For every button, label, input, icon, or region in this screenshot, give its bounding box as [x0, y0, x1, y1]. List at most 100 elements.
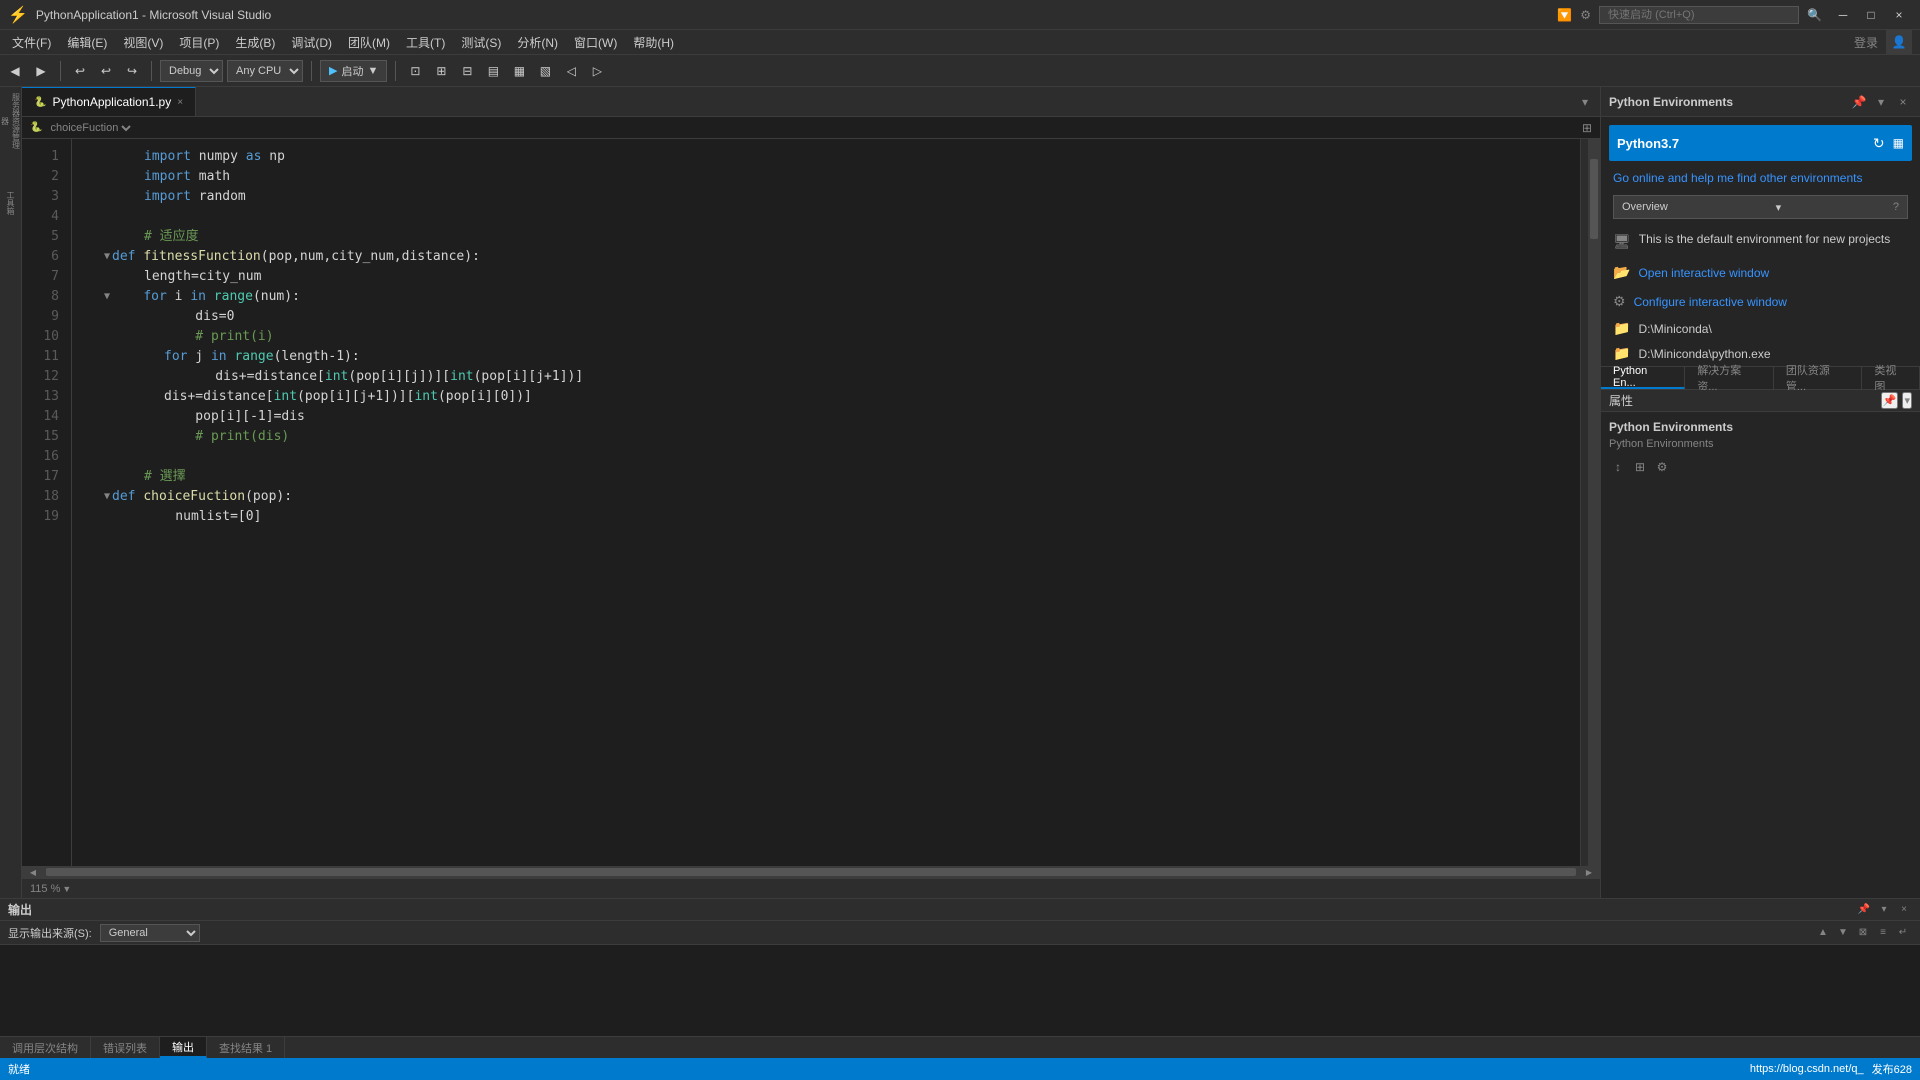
forward-button[interactable]: ▶ — [30, 60, 52, 82]
zoom-indicator[interactable]: 115 % ▼ — [30, 883, 71, 895]
sidebar-toolbox[interactable]: 工具箱 — [2, 173, 20, 233]
scroll-left-button[interactable]: ◀ — [22, 866, 44, 878]
output-source-select[interactable]: General — [100, 924, 200, 942]
panel-pin-button[interactable]: 📌 — [1850, 93, 1868, 111]
bottom-tab-output[interactable]: 输出 — [160, 1037, 207, 1058]
undo-group-button[interactable]: ↩ — [69, 60, 91, 82]
quick-launch-input[interactable] — [1599, 6, 1799, 24]
go-online-link[interactable]: Go online and help me find other environ… — [1601, 165, 1920, 191]
menu-project[interactable]: 项目(P) — [171, 32, 227, 53]
menu-team[interactable]: 团队(M) — [340, 32, 398, 53]
h-scrollbar-thumb[interactable] — [46, 868, 1576, 876]
close-button[interactable]: × — [1886, 5, 1912, 25]
output-dropdown-button[interactable]: ▾ — [1876, 902, 1892, 918]
output-close-button[interactable]: × — [1896, 902, 1912, 918]
toolbar-btn-6[interactable]: ▧ — [534, 60, 556, 82]
fold-icon-6[interactable]: ▼ — [104, 247, 110, 267]
menu-analyze[interactable]: 分析(N) — [509, 32, 566, 53]
bottom-tab-findresults[interactable]: 查找结果 1 — [207, 1037, 285, 1058]
python-version-bar[interactable]: Python3.7 ↻ ▦ — [1609, 125, 1912, 161]
panel-tab-solution[interactable]: 解决方案资... — [1685, 367, 1774, 389]
toolbar-btn-5[interactable]: ▦ — [508, 60, 530, 82]
toolbar-btn-4[interactable]: ▤ — [482, 60, 504, 82]
bookmark-button[interactable]: ⊡ — [404, 60, 426, 82]
login-button[interactable]: 登录 — [1846, 34, 1886, 51]
code-line-17: # 選擇 — [84, 467, 1580, 487]
fold-icon-18[interactable]: ▼ — [104, 487, 110, 507]
expand-icon[interactable]: ⊞ — [1582, 121, 1592, 135]
grid-icon[interactable]: ▦ — [1893, 136, 1904, 150]
output-up-button[interactable]: ▲ — [1814, 924, 1832, 942]
active-tab[interactable]: 🐍 PythonApplication1.py × — [22, 87, 196, 116]
attrs-pin-button[interactable]: 📌 — [1881, 392, 1899, 409]
props-settings-button[interactable]: ⚙ — [1653, 458, 1671, 476]
toolbar-btn-2[interactable]: ⊞ — [430, 60, 452, 82]
menu-bar: 文件(F) 编辑(E) 视图(V) 项目(P) 生成(B) 调试(D) 团队(M… — [0, 30, 1920, 55]
output-clear-button[interactable]: ≡ — [1874, 924, 1892, 942]
undo-button[interactable]: ↩ — [95, 60, 117, 82]
code-area[interactable]: import numpy as np import math import ra… — [72, 139, 1580, 866]
panel-tab-team[interactable]: 团队资源管... — [1774, 367, 1863, 389]
panel-close-button[interactable]: × — [1894, 93, 1912, 111]
menu-test[interactable]: 测试(S) — [453, 32, 509, 53]
main-layout: 服务器资源管理器 工具箱 🐍 PythonApplication1.py × ▾… — [0, 87, 1920, 898]
output-stop-button[interactable]: ⊠ — [1854, 924, 1872, 942]
output-down-button[interactable]: ▼ — [1834, 924, 1852, 942]
props-sort-button[interactable]: ↕ — [1609, 458, 1627, 476]
tab-dropdown-button[interactable]: ▾ — [1570, 87, 1600, 116]
scrollbar-thumb[interactable] — [1590, 159, 1598, 239]
menu-debug[interactable]: 调试(D) — [283, 32, 340, 53]
menu-view[interactable]: 视图(V) — [115, 32, 171, 53]
cpu-config-select[interactable]: Any CPU — [227, 60, 303, 82]
separator-4 — [395, 61, 396, 81]
code-nav-breadcrumb[interactable]: choiceFuction — [46, 121, 134, 135]
bottom-tab-callstack[interactable]: 调用层次结构 — [0, 1037, 91, 1058]
maximize-button[interactable]: □ — [1858, 5, 1884, 25]
vertical-scrollbar[interactable] — [1588, 139, 1600, 866]
kw-import-1: import — [144, 147, 191, 167]
open-interactive-label: Open interactive window — [1638, 266, 1769, 280]
props-filter-button[interactable]: ⊞ — [1631, 458, 1649, 476]
props-subtitle: Python Environments — [1609, 438, 1912, 450]
menu-edit[interactable]: 编辑(E) — [59, 32, 115, 53]
menu-file[interactable]: 文件(F) — [4, 32, 59, 53]
output-pin-button[interactable]: 📌 — [1856, 902, 1872, 918]
overview-dropdown[interactable]: Overview ▾ ? — [1613, 195, 1908, 219]
code-line-6: ▼ def fitnessFunction (pop,num,city_num,… — [84, 247, 1580, 267]
output-wrap-button[interactable]: ↵ — [1894, 924, 1912, 942]
open-interactive-row[interactable]: 📂 Open interactive window — [1601, 258, 1920, 287]
code-editor[interactable]: 1234 5678 9101112 13141516 171819 import… — [22, 139, 1600, 866]
properties-panel: Python Environments Python Environments … — [1601, 412, 1920, 484]
bottom-tab-errors[interactable]: 错误列表 — [91, 1037, 160, 1058]
back-button[interactable]: ◀ — [4, 60, 26, 82]
path1-row[interactable]: 📁 D:\Miniconda\ — [1601, 316, 1920, 341]
menu-help[interactable]: 帮助(H) — [625, 32, 682, 53]
menu-tools[interactable]: 工具(T) — [398, 32, 453, 53]
menu-window[interactable]: 窗口(W) — [566, 32, 625, 53]
output-panel: 输出 📌 ▾ × 显示输出来源(S): General ▲ ▼ ⊠ ≡ ↵ 调用… — [0, 898, 1920, 1058]
nav-prev-button[interactable]: ◁ — [560, 60, 582, 82]
scroll-right-button[interactable]: ▶ — [1578, 866, 1600, 878]
refresh-icon[interactable]: ↻ — [1873, 135, 1885, 152]
menu-build[interactable]: 生成(B) — [227, 32, 283, 53]
nav-next-button[interactable]: ▷ — [586, 60, 608, 82]
debug-config-select[interactable]: Debug — [160, 60, 223, 82]
status-link[interactable]: https://blog.csdn.net/q_ — [1750, 1061, 1864, 1077]
panel-tab-classview[interactable]: 类视图 — [1862, 367, 1920, 389]
start-button[interactable]: ▶ 启动 ▼ — [320, 60, 387, 82]
panel-tab-pyenv[interactable]: Python En... — [1601, 367, 1685, 389]
code-line-11: for j in range (length-1): — [84, 347, 1580, 367]
redo-button[interactable]: ↪ — [121, 60, 143, 82]
user-avatar[interactable]: 👤 — [1886, 29, 1912, 55]
attrs-dropdown-button[interactable]: ▾ — [1902, 392, 1912, 409]
help-icon[interactable]: ? — [1893, 201, 1899, 213]
tab-close-button[interactable]: × — [177, 97, 183, 108]
toolbar-btn-3[interactable]: ⊟ — [456, 60, 478, 82]
configure-interactive-row[interactable]: ⚙ Configure interactive window — [1601, 287, 1920, 316]
fold-icon-8[interactable]: ▼ — [104, 287, 110, 307]
panel-tabs: Python En... 解决方案资... 团队资源管... 类视图 — [1601, 366, 1920, 390]
default-env-text: This is the default environment for new … — [1639, 231, 1890, 248]
minimize-button[interactable]: ─ — [1830, 5, 1856, 25]
panel-dropdown-button[interactable]: ▾ — [1872, 93, 1890, 111]
sidebar-server-explorer[interactable]: 服务器资源管理器 — [2, 91, 20, 151]
